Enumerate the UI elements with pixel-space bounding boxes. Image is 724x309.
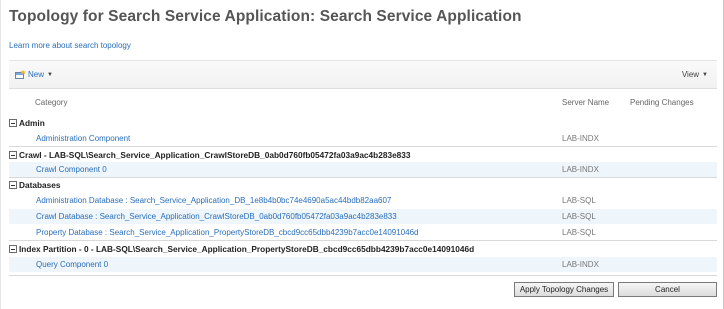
component-link[interactable]: Administration Component [36, 134, 130, 143]
group-header-crawl: Crawl - LAB-SQL\Search_Service_Applicati… [9, 148, 717, 162]
database-link[interactable]: Crawl Database : Search_Service_Applicat… [36, 212, 397, 221]
new-item-icon [15, 70, 26, 79]
divider [9, 240, 717, 241]
group-label: Admin [19, 118, 45, 128]
component-link[interactable]: Crawl Component 0 [36, 165, 107, 174]
divider [9, 146, 717, 147]
view-menu-label: View [681, 70, 700, 79]
table-row: Administration Component LAB-INDX [9, 131, 717, 146]
server-name-cell: LAB-INDX [562, 134, 599, 143]
apply-topology-changes-button[interactable]: Apply Topology Changes [514, 282, 614, 297]
database-link[interactable]: Administration Database : Search_Service… [36, 196, 391, 205]
server-name-cell: LAB-SQL [562, 212, 596, 221]
group-label: Crawl - LAB-SQL\Search_Service_Applicati… [19, 150, 411, 160]
table-row: Property Database : Search_Service_Appli… [9, 225, 717, 240]
cancel-button[interactable]: Cancel [618, 282, 717, 297]
learn-more-link[interactable]: Learn more about search topology [9, 41, 131, 50]
chevron-down-icon: ▼ [47, 71, 53, 78]
column-header-pending-changes[interactable]: Pending Changes [630, 98, 694, 107]
topology-page: Topology for Search Service Application:… [0, 0, 724, 309]
table-row: Crawl Database : Search_Service_Applicat… [9, 209, 717, 224]
collapse-icon[interactable] [9, 245, 17, 253]
server-name-cell: LAB-SQL [562, 228, 596, 237]
table-row: Query Component 0 LAB-INDX [9, 257, 717, 272]
collapse-icon[interactable] [9, 151, 17, 159]
collapse-icon[interactable] [9, 181, 17, 189]
group-header-index-partition: Index Partition - 0 - LAB-SQL\Search_Ser… [9, 242, 717, 256]
group-header-databases: Databases [9, 178, 717, 192]
database-link[interactable]: Property Database : Search_Service_Appli… [36, 228, 418, 237]
view-menu-button[interactable]: View ▼ [682, 70, 708, 79]
group-header-admin: Admin [9, 116, 717, 130]
component-link[interactable]: Query Component 0 [36, 260, 108, 269]
new-menu-label: New [28, 70, 45, 79]
divider [9, 275, 717, 276]
server-name-cell: LAB-INDX [562, 165, 599, 174]
server-name-cell: LAB-INDX [562, 260, 599, 269]
page-title: Topology for Search Service Application:… [9, 8, 522, 25]
column-header-category[interactable]: Category [35, 98, 67, 107]
group-label: Databases [19, 180, 61, 190]
collapse-icon[interactable] [9, 119, 17, 127]
server-name-cell: LAB-SQL [562, 196, 596, 205]
new-menu-button[interactable]: New ▼ [15, 70, 53, 79]
group-label: Index Partition - 0 - LAB-SQL\Search_Ser… [19, 244, 475, 254]
column-header-server-name[interactable]: Server Name [562, 98, 609, 107]
chevron-down-icon: ▼ [702, 71, 708, 78]
table-row: Administration Database : Search_Service… [9, 193, 717, 208]
table-row: Crawl Component 0 LAB-INDX [9, 162, 717, 177]
toolbar: New ▼ View ▼ [9, 60, 717, 89]
